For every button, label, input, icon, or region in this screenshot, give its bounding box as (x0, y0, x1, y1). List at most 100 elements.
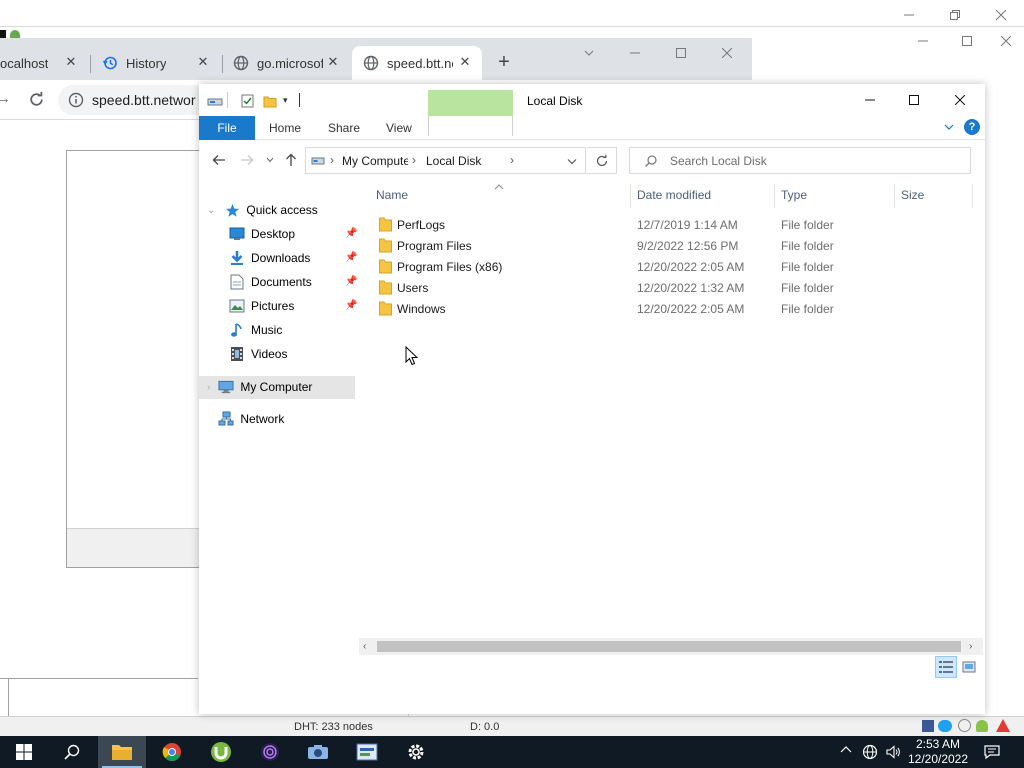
back-arrow-icon[interactable] (211, 152, 227, 168)
sidebar-item-videos[interactable]: Videos (229, 343, 357, 365)
search-button[interactable] (48, 736, 96, 768)
pin-icon[interactable]: 📌 (345, 300, 357, 312)
divider[interactable] (630, 184, 631, 208)
sidebar-item-network[interactable]: › Network (207, 408, 355, 430)
breadcrumb-local-disk[interactable]: Local Disk (426, 154, 481, 168)
divider[interactable] (774, 184, 775, 208)
action-center-icon[interactable] (984, 744, 1000, 763)
new-folder-icon[interactable] (263, 94, 277, 108)
facebook-icon[interactable] (922, 720, 934, 732)
scroll-left-icon[interactable]: ‹ (363, 641, 373, 652)
tab-close-icon[interactable]: ✕ (64, 55, 78, 69)
table-row[interactable]: Windows 12/20/2022 2:05 AM File folder (375, 298, 975, 319)
forward-icon[interactable]: → (0, 90, 12, 108)
taskbar-settings[interactable] (392, 736, 440, 768)
tab-file[interactable]: File (199, 116, 255, 140)
file-explorer-window: ▾ Local Disk File Home Share View ? › My… (199, 84, 985, 714)
reload-icon[interactable] (28, 91, 46, 109)
breadcrumb-separator-icon[interactable]: › (510, 153, 514, 167)
android-icon[interactable] (976, 720, 988, 732)
sidebar-item-desktop[interactable]: Desktop 📌 (229, 223, 357, 245)
column-header-date-modified[interactable]: Date modified (637, 188, 711, 202)
taskbar-camera[interactable] (294, 736, 342, 768)
pin-icon[interactable]: 📌 (345, 228, 357, 240)
warning-icon[interactable] (996, 719, 1010, 732)
breadcrumb-my-computer[interactable]: My Computer (342, 154, 408, 168)
scrollbar-thumb[interactable] (377, 641, 961, 652)
info-icon[interactable] (68, 92, 84, 108)
tab-view[interactable]: View (386, 121, 412, 135)
twitter-icon[interactable] (938, 720, 952, 732)
table-row[interactable]: Program Files (x86) 12/20/2022 2:05 AM F… (375, 256, 975, 277)
maximize-icon[interactable] (891, 85, 937, 115)
recent-locations-chevron-icon[interactable] (265, 154, 275, 164)
details-view-icon[interactable] (935, 656, 957, 678)
minimize-icon[interactable] (847, 85, 893, 115)
tab-search-chevron-icon[interactable] (566, 38, 612, 68)
network-globe-icon[interactable] (862, 744, 878, 763)
tab-go-microsoft[interactable]: go.microsof ✕ (224, 46, 350, 80)
pin-icon[interactable]: 📌 (345, 276, 357, 288)
chevron-right-icon[interactable]: › (207, 414, 210, 425)
sidebar-item-music[interactable]: Music (229, 319, 357, 341)
taskbar-utorrent[interactable] (197, 736, 245, 768)
minimize-icon[interactable] (612, 38, 658, 68)
divider[interactable] (894, 184, 895, 208)
table-row[interactable]: Program Files 9/2/2022 12:56 PM File fol… (375, 235, 975, 256)
chevron-right-icon[interactable]: › (207, 382, 210, 393)
column-header-type[interactable]: Type (781, 188, 807, 202)
help-icon[interactable]: ? (964, 119, 980, 135)
table-row[interactable]: Users 12/20/2022 1:32 AM File folder (375, 277, 975, 298)
quick-access-expander[interactable]: ⌄ Quick access (207, 199, 318, 221)
maximize-icon[interactable] (944, 26, 990, 56)
column-header-size[interactable]: Size (901, 188, 924, 202)
close-icon[interactable] (988, 26, 1024, 56)
forward-arrow-icon[interactable] (239, 152, 255, 168)
customize-toolbar-chevron-icon[interactable]: ▾ (283, 95, 293, 107)
divider[interactable] (972, 184, 973, 208)
sidebar-item-my-computer[interactable]: › My Computer (207, 376, 355, 398)
address-history-chevron-icon[interactable] (566, 156, 578, 166)
tab-history[interactable]: History ✕ (92, 46, 220, 80)
search-input[interactable]: Search Local Disk (629, 147, 971, 174)
expand-ribbon-chevron-icon[interactable] (943, 121, 955, 133)
table-row[interactable]: PerfLogs 12/7/2019 1:14 AM File folder (375, 214, 975, 235)
tab-speed-btt[interactable]: speed.btt.ne ✕ (352, 46, 482, 80)
sidebar-item-documents[interactable]: Documents 📌 (229, 271, 357, 293)
taskbar-file-explorer[interactable] (98, 736, 146, 768)
drive-tools-tab[interactable] (428, 90, 513, 117)
volume-icon[interactable] (885, 744, 901, 763)
tab-close-icon[interactable]: ✕ (326, 55, 340, 69)
start-button[interactable] (0, 736, 48, 768)
sidebar-item-downloads[interactable]: Downloads 📌 (229, 247, 357, 269)
refresh-button[interactable] (587, 147, 617, 174)
sidebar-item-pictures[interactable]: Pictures 📌 (229, 295, 357, 317)
pin-icon[interactable]: 📌 (345, 252, 357, 264)
tab-close-icon[interactable]: ✕ (458, 55, 472, 69)
taskbar-app[interactable] (343, 736, 391, 768)
scroll-right-icon[interactable]: › (969, 641, 979, 652)
close-icon[interactable] (937, 85, 983, 115)
divider (222, 55, 223, 73)
web-icon[interactable] (958, 719, 971, 732)
tab-share[interactable]: Share (328, 121, 360, 135)
properties-icon[interactable] (241, 94, 255, 108)
large-icons-view-icon[interactable] (959, 656, 979, 678)
tab-home[interactable]: Home (269, 121, 301, 135)
show-hidden-icons-chevron-icon[interactable] (840, 744, 852, 759)
up-arrow-icon[interactable] (283, 152, 299, 168)
taskbar-clock[interactable]: 2:53 AM 12/20/2022 (904, 737, 972, 767)
new-tab-button[interactable]: + (492, 51, 516, 75)
address-bar[interactable]: › My Computer › Local Disk › (305, 147, 586, 174)
tab-localhost[interactable]: ocalhost ✕ (0, 46, 88, 80)
minimize-icon[interactable] (900, 26, 946, 56)
column-header-name[interactable]: Name (376, 188, 408, 202)
desktop-icon (229, 226, 245, 242)
taskbar-chrome[interactable] (148, 736, 196, 768)
chevron-down-icon[interactable]: ⌄ (207, 205, 215, 216)
close-icon[interactable] (704, 38, 750, 68)
tab-close-icon[interactable]: ✕ (196, 55, 210, 69)
maximize-icon[interactable] (658, 38, 704, 68)
taskbar-tor-browser[interactable] (246, 736, 294, 768)
horizontal-scrollbar[interactable]: ‹ › (359, 638, 983, 655)
